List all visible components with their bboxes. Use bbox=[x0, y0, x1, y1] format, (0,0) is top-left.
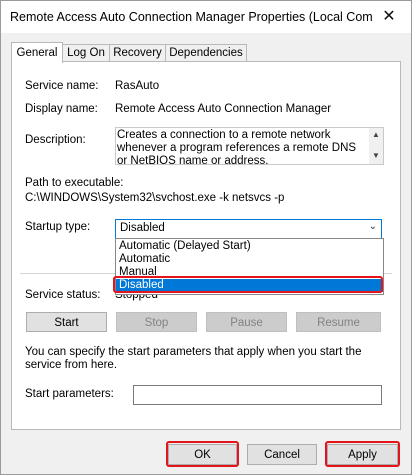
properties-dialog: Remote Access Auto Connection Manager Pr… bbox=[0, 0, 412, 475]
ok-highlight bbox=[166, 441, 239, 467]
tab-recovery[interactable]: Recovery bbox=[109, 44, 166, 62]
title-bar[interactable]: Remote Access Auto Connection Manager Pr… bbox=[1, 1, 411, 33]
start-params-input[interactable] bbox=[133, 385, 382, 405]
resume-button[interactable]: Resume bbox=[296, 312, 381, 332]
service-status-label: Service status: bbox=[25, 289, 101, 301]
start-button[interactable]: Start bbox=[26, 312, 107, 332]
startup-type-selected: Disabled bbox=[120, 222, 165, 234]
tab-dependencies[interactable]: Dependencies bbox=[165, 44, 247, 62]
cancel-button[interactable]: Cancel bbox=[247, 444, 317, 465]
path-value: C:\WINDOWS\System32\svchost.exe -k netsv… bbox=[25, 192, 285, 204]
option-automatic[interactable]: Automatic bbox=[116, 253, 383, 266]
option-automatic-delayed[interactable]: Automatic (Delayed Start) bbox=[116, 240, 383, 253]
general-panel: Service name: RasAuto Display name: Remo… bbox=[11, 61, 401, 430]
description-box[interactable]: Creates a connection to a remote network… bbox=[115, 127, 384, 165]
display-name-label: Display name: bbox=[25, 103, 98, 115]
tab-general[interactable]: General bbox=[11, 42, 63, 63]
path-label: Path to executable: bbox=[25, 177, 124, 189]
disabled-highlight bbox=[113, 276, 383, 293]
chevron-down-icon[interactable]: ⌄ bbox=[369, 221, 377, 232]
startup-type-select[interactable]: Disabled ⌄ bbox=[115, 219, 382, 239]
start-params-label: Start parameters: bbox=[25, 388, 114, 400]
apply-highlight bbox=[325, 441, 400, 467]
description-label: Description: bbox=[25, 134, 86, 146]
window-title: Remote Access Auto Connection Manager Pr… bbox=[10, 10, 372, 24]
close-icon[interactable]: ✕ bbox=[377, 6, 401, 28]
stop-button[interactable]: Stop bbox=[116, 312, 197, 332]
service-name-value: RasAuto bbox=[115, 80, 160, 92]
display-name-value: Remote Access Auto Connection Manager bbox=[115, 103, 332, 115]
startup-type-label: Startup type: bbox=[25, 221, 91, 233]
scroll-down-icon[interactable]: ▼ bbox=[371, 151, 381, 161]
start-params-note: You can specify the start parameters tha… bbox=[25, 346, 362, 371]
description-text: Creates a connection to a remote network… bbox=[117, 129, 357, 165]
description-scrollbar[interactable]: ▲ ▼ bbox=[369, 128, 383, 164]
scroll-up-icon[interactable]: ▲ bbox=[371, 130, 381, 140]
tab-log-on[interactable]: Log On bbox=[62, 44, 110, 62]
pause-button[interactable]: Pause bbox=[206, 312, 287, 332]
service-name-label: Service name: bbox=[25, 80, 99, 92]
